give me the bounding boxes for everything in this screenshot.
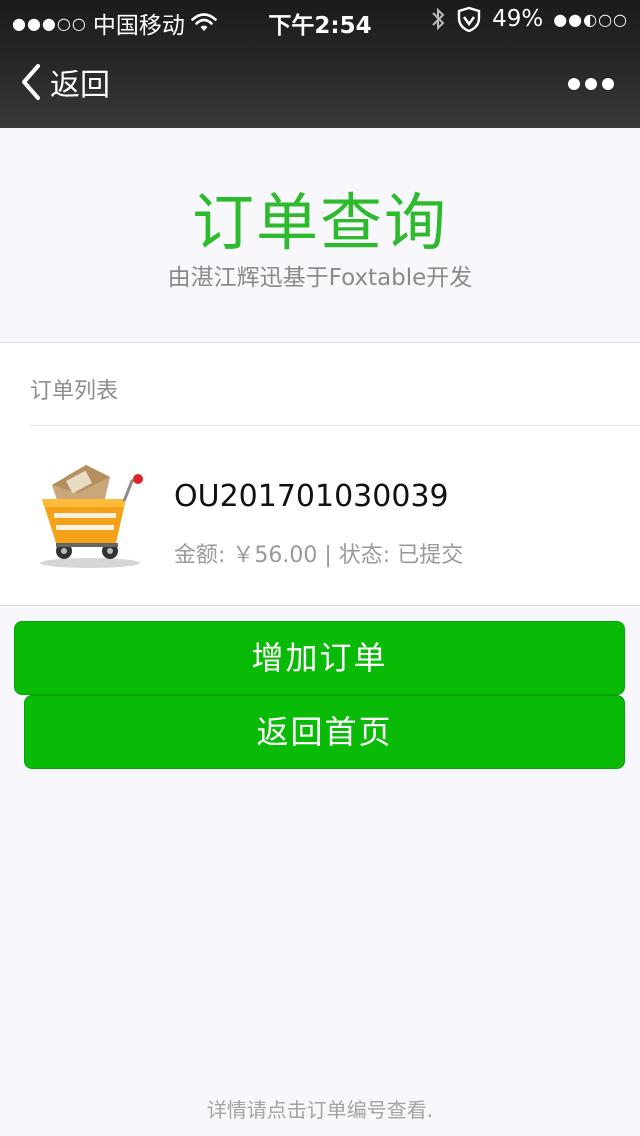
navigation-bar: 返回 [0, 48, 640, 120]
more-menu-button[interactable] [568, 74, 614, 94]
more-dot-icon [602, 78, 614, 90]
order-number-link[interactable]: OU201701030039 [174, 479, 449, 514]
status-bar: ●●●○○ 中国移动 下午2:54 49% ●●◐○○ [0, 0, 640, 40]
divider [30, 425, 640, 426]
list-item[interactable]: OU201701030039 金额: ￥56.00 | 状态: 已提交 [0, 427, 640, 605]
more-dot-icon [568, 78, 580, 90]
status-right: 49% ●●◐○○ [430, 6, 628, 32]
page-header: 订单查询 由湛江辉迅基于Foxtable开发 [0, 128, 640, 342]
chevron-left-icon [22, 64, 40, 100]
back-label: 返回 [50, 68, 110, 103]
battery-percent: 49% [492, 6, 544, 32]
page-subtitle: 由湛江辉迅基于Foxtable开发 [167, 265, 473, 291]
shopping-cart-icon [40, 465, 143, 568]
bluetooth-icon [432, 7, 445, 31]
more-dot-icon [585, 78, 597, 90]
order-meta: 金额: ￥56.00 | 状态: 已提交 [174, 543, 464, 568]
shield-icon [457, 6, 481, 32]
back-home-button[interactable]: 返回首页 [24, 695, 625, 769]
battery-level-icon: ●●◐○○ [553, 9, 628, 29]
order-list-header: 订单列表 [30, 379, 119, 404]
top-bar: ●●●○○ 中国移动 下午2:54 49% ●●◐○○ 返回 [0, 0, 640, 128]
back-button[interactable]: 返回 [20, 60, 110, 104]
footer-note: 详情请点击订单编号查看. [206, 1098, 434, 1122]
page-title: 订单查询 [191, 186, 448, 259]
order-list-panel: 订单列表 OU201701030039 金额: ￥56.00 | 状态: 已提交 [0, 342, 640, 606]
add-order-button[interactable]: 增加订单 [14, 621, 625, 695]
